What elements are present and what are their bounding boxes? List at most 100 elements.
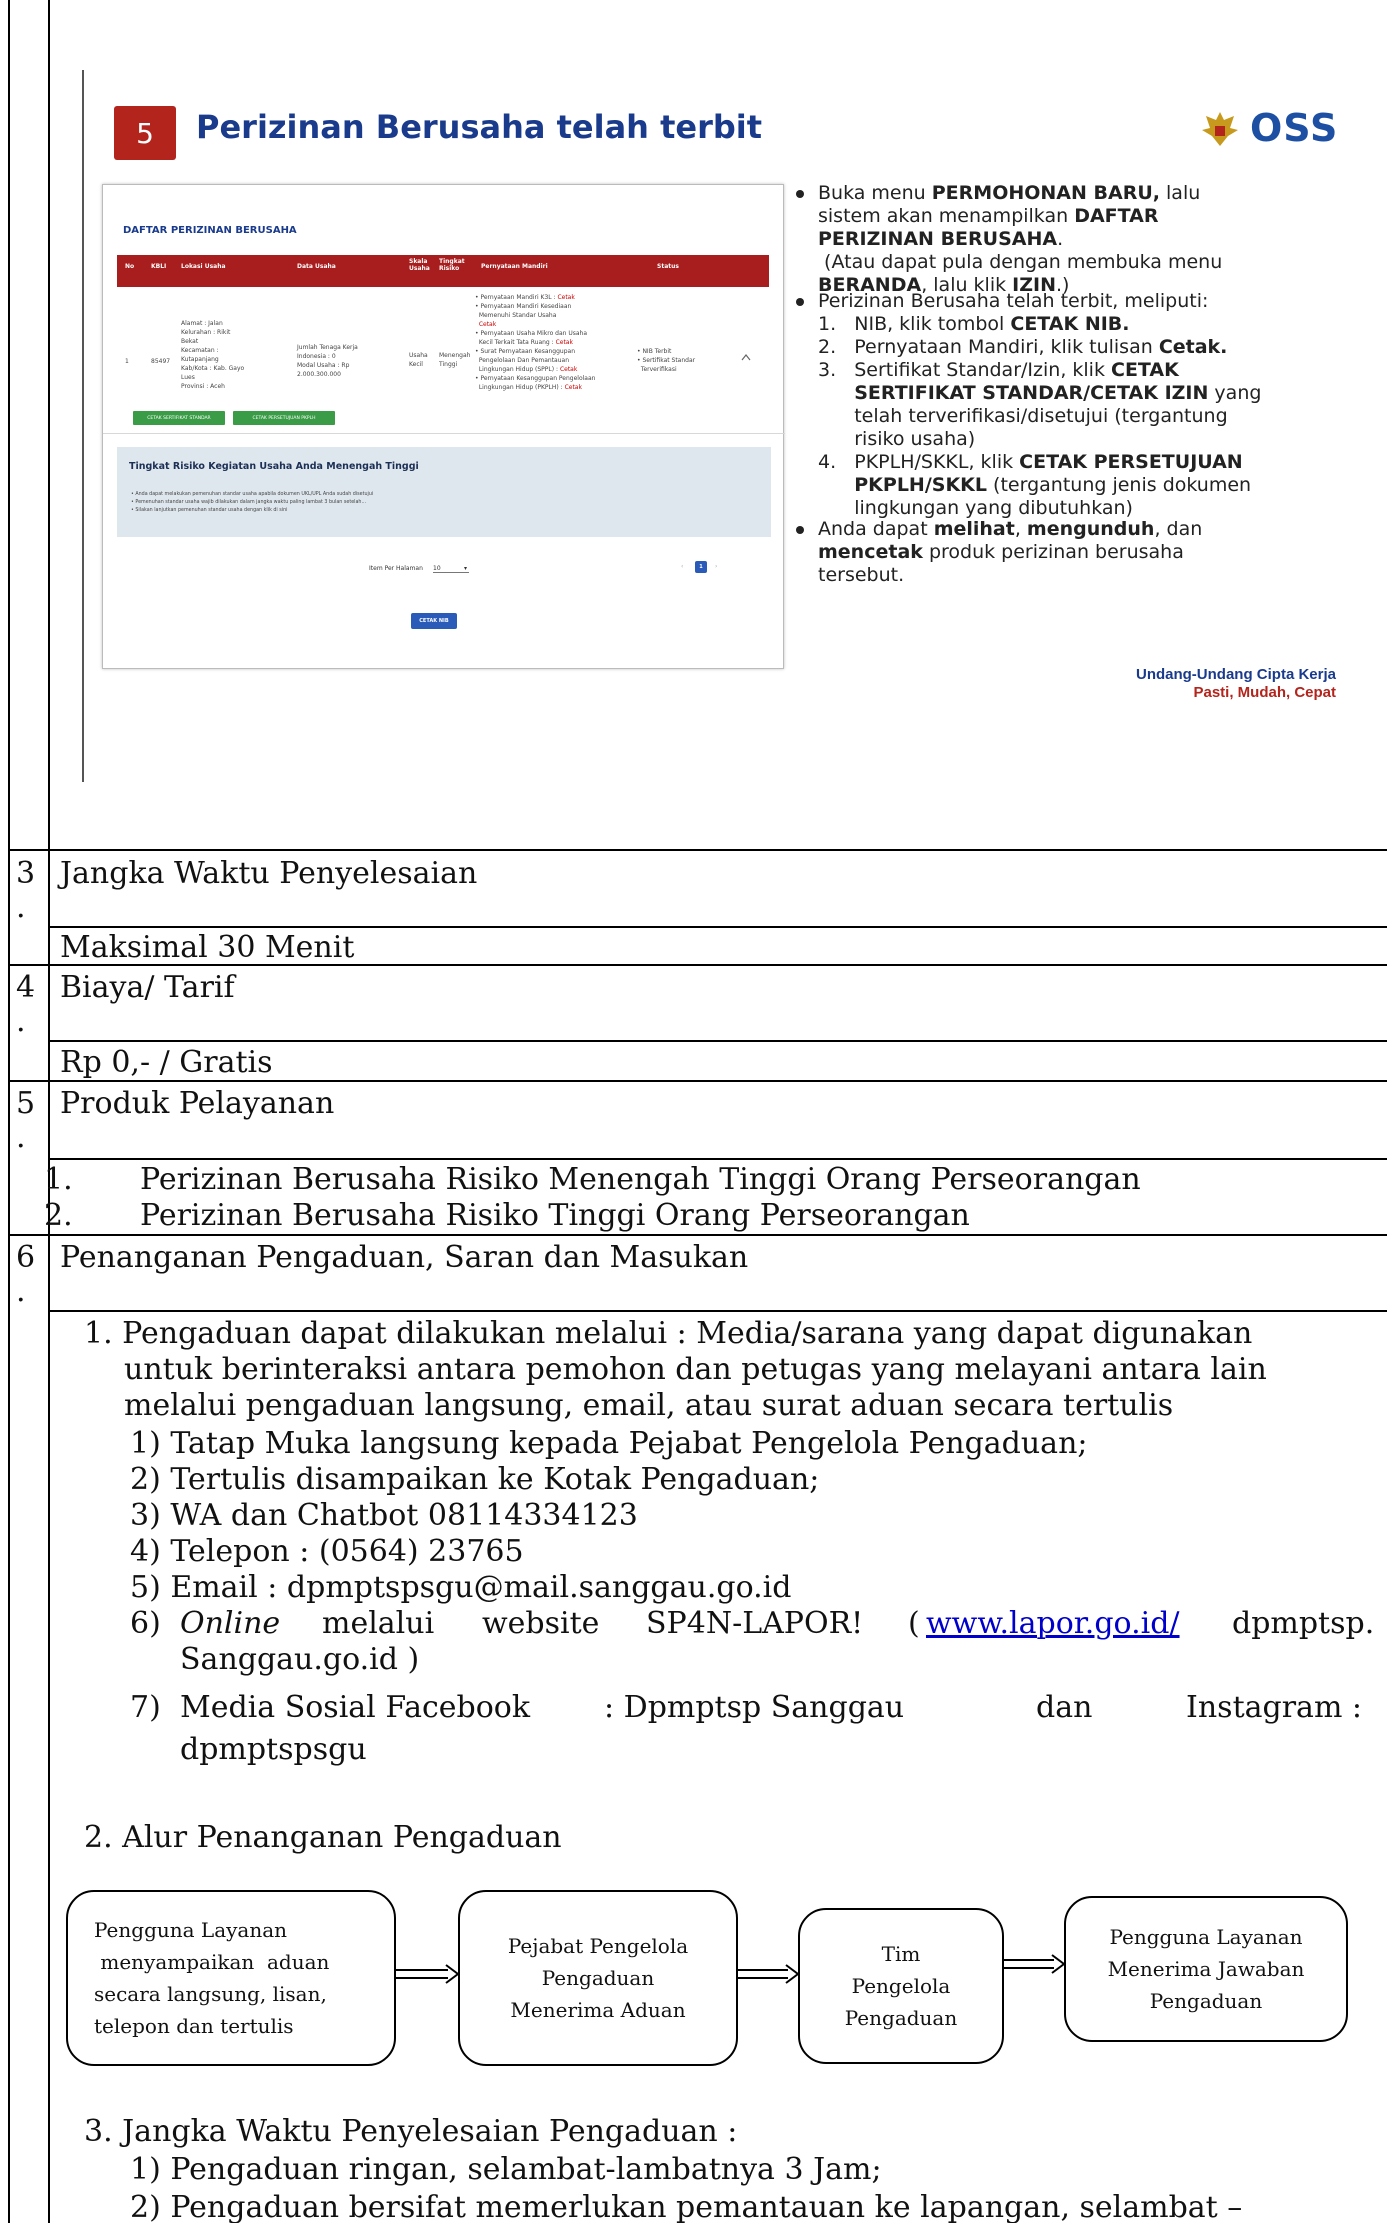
pager-value: 10: [433, 565, 441, 572]
next-page-icon[interactable]: ›: [715, 563, 717, 570]
cetak-link[interactable]: Cetak: [479, 321, 496, 328]
flow-step-4: Pengguna Layanan Menerima Jawaban Pengad…: [1064, 1896, 1348, 2042]
cetak-link[interactable]: Cetak: [557, 294, 574, 301]
table-border-left: [8, 0, 10, 2223]
risk-item: • Pemenuhan standar usaha wajib dilakuka…: [131, 500, 367, 505]
flow-step-1-line: secara langsung, lisan,: [94, 1982, 327, 2006]
flow-step-3-line: Tim: [881, 1942, 921, 1966]
channel-7-line2: dpmptspsgu: [180, 1732, 367, 1767]
time-item: 2) Pengaduan bersifat memerlukan pemanta…: [130, 2190, 1243, 2223]
pager-select[interactable]: 10 ▾: [433, 565, 469, 573]
product-item: Perizinan Berusaha Risiko Menengah Tingg…: [140, 1162, 1141, 1197]
bullet-line: PERIZINAN BERUSAHA.: [818, 228, 1064, 250]
section-4-number: 4: [16, 970, 36, 1005]
flow-step-4-line: Menerima Jawaban: [1107, 1957, 1305, 1981]
oss-logo: OSS: [1198, 98, 1338, 158]
bullet-line: (Atau dapat pula dengan membuka menu: [818, 251, 1223, 273]
col-risiko: Tingkat Risiko: [439, 258, 465, 272]
bullet-line: 1. NIB, klik tombol CETAK NIB.: [818, 313, 1130, 335]
shot-title: DAFTAR PERIZINAN BERUSAHA: [123, 225, 297, 236]
slide-image: 5 Perizinan Berusaha telah terbit OSS DA…: [84, 78, 1354, 784]
product-item: Perizinan Berusaha Risiko Tinggi Orang P…: [140, 1198, 970, 1233]
pernyataan-line: • Pernyataan Kesanggupan Pengelolaan: [475, 375, 596, 382]
complaint-channel: 2) Tertulis disampaikan ke Kotak Pengadu…: [130, 1462, 820, 1497]
bullet-line: SERTIFIKAT STANDAR/CETAK IZIN yang: [854, 382, 1262, 404]
flow-step-3-line: Pengaduan: [844, 2006, 958, 2030]
lokasi-line: Kecamatan :: [181, 347, 219, 354]
row-line: [8, 849, 1387, 851]
cetak-persetujuan-button[interactable]: CETAK PERSETUJUAN PKPLH: [233, 411, 335, 425]
risiko-line: Menengah: [439, 352, 471, 359]
col-pernyataan: Pernyataan Mandiri: [481, 263, 548, 270]
channel-7-and: dan: [1036, 1690, 1093, 1725]
cetak-sertifikat-button[interactable]: CETAK SERTIFIKAT STANDAR: [133, 411, 225, 425]
channel-6-site: website: [482, 1606, 600, 1641]
cetak-nib-button[interactable]: CETAK NIB: [411, 613, 457, 629]
pernyataan-line: • Pernyataan Mandiri K3L : Cetak: [475, 294, 575, 301]
channel-7-instagram: Instagram :: [1186, 1690, 1363, 1725]
law-title: Undang-Undang Cipta Kerja: [1135, 666, 1336, 683]
flow-step-1-line: Pengguna Layanan: [94, 1918, 288, 1942]
section-3-dot: .: [16, 890, 26, 925]
pernyataan-line: Lingkungan Hidup (PKPLH) : Cetak: [475, 384, 582, 391]
bullet-line: lingkungan yang dibutuhkan): [818, 497, 1133, 519]
bullet-dot-icon: [796, 526, 804, 534]
bullet-line: mencetak produk perizinan berusaha: [818, 541, 1184, 563]
channel-6-tail: dpmptsp.: [1232, 1606, 1375, 1641]
table-divider: [48, 0, 50, 2223]
lapor-link[interactable]: www.lapor.go.id/: [926, 1606, 1180, 1642]
section-6-title: Penanganan Pengaduan, Saran dan Masukan: [60, 1240, 749, 1275]
complaint-channel: 5) Email : dpmptspsgu@mail.sanggau.go.id: [130, 1570, 792, 1605]
bullet-dot-icon: [796, 190, 804, 198]
complaint-channel: 1) Tatap Muka langsung kepada Pejabat Pe…: [130, 1426, 1088, 1461]
risk-info-box: Tingkat Risiko Kegiatan Usaha Anda Menen…: [117, 447, 771, 537]
section-5-title: Produk Pelayanan: [60, 1086, 335, 1121]
prev-page-icon[interactable]: ‹: [681, 563, 683, 570]
lokasi-line: Kab/Kota : Kab. Gayo: [181, 365, 245, 372]
flow-arrow-icon: [738, 1964, 800, 1984]
page-current[interactable]: 1: [695, 561, 707, 573]
product-item-num: 1.: [44, 1162, 73, 1197]
col-kbli: KBLI: [151, 263, 167, 270]
cetak-link[interactable]: Cetak: [556, 339, 573, 346]
time-title: 3. Jangka Waktu Penyelesaian Pengaduan :: [84, 2114, 738, 2149]
channel-7-facebook: Media Sosial Facebook: [180, 1690, 531, 1725]
garuda-emblem-icon: [1202, 112, 1238, 146]
channel-6-online: Online: [180, 1606, 281, 1641]
product-item-num: 2.: [44, 1198, 73, 1233]
lokasi-line: Bekat: [181, 338, 199, 345]
channel-6-paren: (: [908, 1606, 920, 1641]
bullet-line: 4. PKPLH/SKKL, klik CETAK PERSETUJUAN: [818, 451, 1243, 473]
skala-line: Usaha: [409, 352, 428, 359]
section-6-dot: .: [16, 1274, 26, 1309]
section-4-title: Biaya/ Tarif: [60, 970, 235, 1005]
bullet-line: Perizinan Berusaha telah terbit, meliput…: [818, 290, 1209, 312]
complaint-intro: untuk berinteraksi antara pemohon dan pe…: [124, 1352, 1267, 1387]
cetak-link[interactable]: Cetak: [565, 384, 582, 391]
flow-step-2-line: Pengaduan: [541, 1966, 655, 1990]
section-3-value: Maksimal 30 Menit: [60, 930, 355, 965]
flow-step-4-line: Pengaduan: [1149, 1989, 1263, 2013]
bullet-line: tersebut.: [818, 564, 905, 586]
law-tagline: Pasti, Mudah, Cepat: [1193, 684, 1336, 701]
flow-arrow-icon: [1004, 1954, 1066, 1974]
bullet-line: telah terverifikasi/disetujui (tergantun…: [818, 405, 1228, 427]
lokasi-line: Kutapanjang: [181, 356, 219, 363]
oss-logo-text: OSS: [1250, 106, 1339, 150]
footer-law: Undang-Undang Cipta Kerja Pasti, Mudah, …: [1136, 666, 1336, 702]
section-3-title: Jangka Waktu Penyelesaian: [60, 856, 478, 891]
status-line: Terverifikasi: [637, 366, 677, 373]
chevron-up-icon[interactable]: [741, 353, 751, 361]
data-usaha-line: Jumlah Tenaga Kerja: [297, 344, 358, 351]
pernyataan-line: Kecil Terkait Tata Ruang : Cetak: [475, 339, 573, 346]
col-status: Status: [657, 263, 679, 270]
channel-7-fb-account: : Dpmptsp Sanggau: [604, 1690, 905, 1725]
channel-6-lapor: SP4N-LAPOR!: [646, 1606, 864, 1641]
row-line: [48, 1158, 1387, 1160]
channel-7-number: 7): [130, 1690, 161, 1725]
bullet-line: Anda dapat melihat, mengunduh, dan: [818, 518, 1203, 540]
cetak-link[interactable]: Cetak: [560, 366, 577, 373]
flow-arrow-icon: [396, 1964, 460, 1984]
time-item: 1) Pengaduan ringan, selambat-lambatnya …: [130, 2152, 882, 2187]
lokasi-line: Alamat : Jalan: [181, 320, 223, 327]
